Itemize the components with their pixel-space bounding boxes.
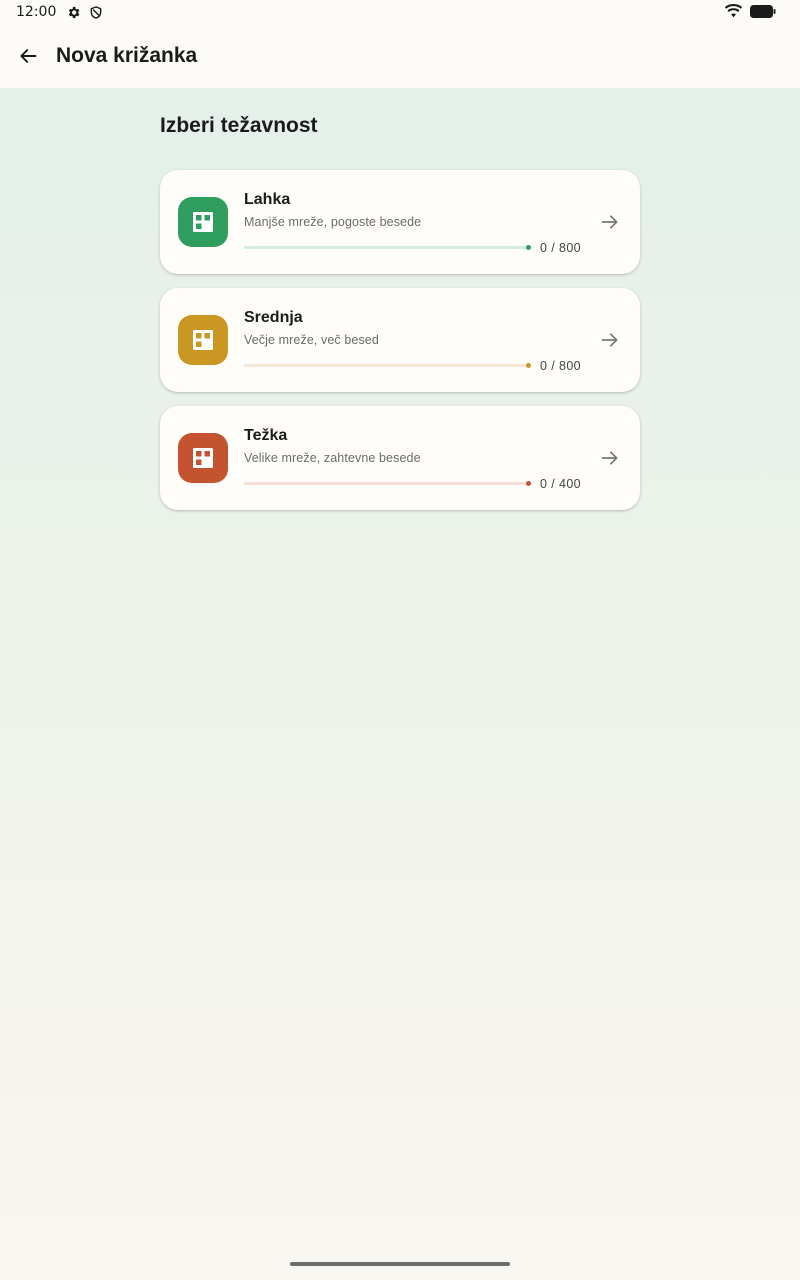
shield-icon xyxy=(90,5,102,19)
progress-indicator-dot xyxy=(526,245,531,250)
progress-count: 0 / 800 xyxy=(540,241,582,255)
difficulty-card-lahka[interactable]: Lahka Manjše mreže, pogoste besede 0 / 8… xyxy=(160,170,640,274)
level-icon-badge xyxy=(178,197,228,247)
arrow-left-icon xyxy=(20,49,37,63)
main-content: Izberi težavnost Lahka Manjše mreže, pog… xyxy=(160,88,640,510)
crossword-grid-icon xyxy=(193,212,213,232)
status-bar: 12:00 xyxy=(0,0,800,24)
progress-count: 0 / 800 xyxy=(540,359,582,373)
difficulty-subtitle: Manjše mreže, pogoste besede xyxy=(244,215,422,229)
status-time: 12:00 xyxy=(16,4,57,20)
difficulty-list: Lahka Manjše mreže, pogoste besede 0 / 8… xyxy=(160,170,640,510)
progress-bar xyxy=(244,246,528,249)
progress-bar xyxy=(244,364,528,367)
settings-gear-icon xyxy=(69,6,80,18)
app-bar: Nova križanka xyxy=(0,24,800,88)
page-title: Nova križanka xyxy=(56,44,198,67)
difficulty-title: Lahka xyxy=(244,191,291,208)
wifi-icon xyxy=(725,4,742,18)
difficulty-title: Težka xyxy=(244,427,288,444)
difficulty-title: Srednja xyxy=(244,309,303,326)
crossword-grid-icon xyxy=(193,448,213,468)
battery-icon xyxy=(750,4,776,18)
difficulty-card-srednja[interactable]: Srednja Večje mreže, več besed 0 / 800 xyxy=(160,288,640,392)
progress-count: 0 / 400 xyxy=(540,477,582,491)
difficulty-card-tezka[interactable]: Težka Velike mreže, zahtevne besede 0 / … xyxy=(160,406,640,510)
difficulty-subtitle: Večje mreže, več besed xyxy=(244,333,379,347)
difficulty-subtitle: Velike mreže, zahtevne besede xyxy=(244,451,421,465)
level-icon-badge xyxy=(178,315,228,365)
back-button[interactable] xyxy=(0,24,56,88)
progress-bar xyxy=(244,482,528,485)
crossword-grid-icon xyxy=(193,330,213,350)
arrow-right-icon xyxy=(601,333,618,347)
progress-indicator-dot xyxy=(526,481,531,486)
progress-indicator-dot xyxy=(526,363,531,368)
section-title: Izberi težavnost xyxy=(160,114,318,137)
gesture-navigation-bar[interactable] xyxy=(290,1262,510,1266)
level-icon-badge xyxy=(178,433,228,483)
arrow-right-icon xyxy=(601,451,618,465)
arrow-right-icon xyxy=(601,215,618,229)
